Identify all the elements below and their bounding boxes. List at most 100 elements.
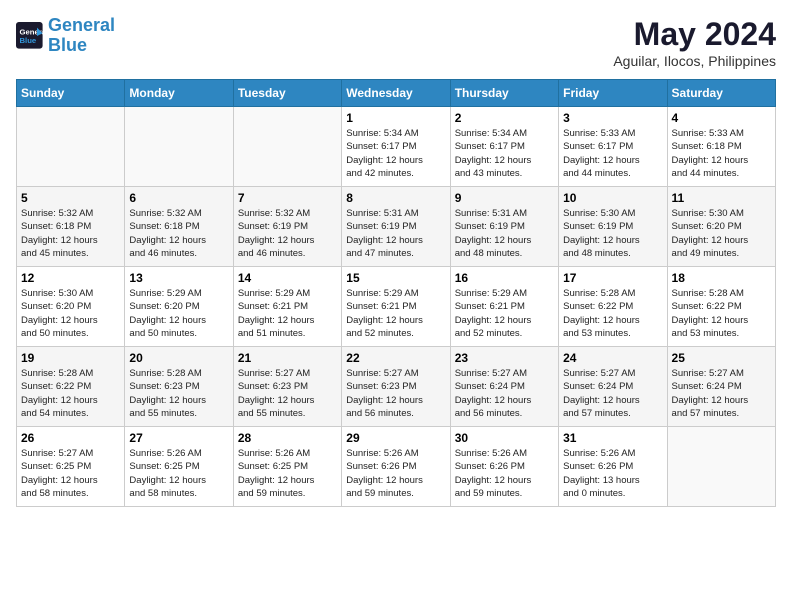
calendar-cell: 21 Sunrise: 5:27 AM Sunset: 6:23 PM Dayli…	[233, 347, 341, 427]
calendar-cell: 23Sunrise: 5:27 AM Sunset: 6:24 PM Dayli…	[450, 347, 558, 427]
calendar-cell: 29Sunrise: 5:26 AM Sunset: 6:26 PM Dayli…	[342, 427, 450, 507]
calendar-cell: 25 Sunrise: 5:27 AM Sunset: 6:24 PM Dayli…	[667, 347, 775, 427]
day-number: 1	[346, 111, 445, 125]
calendar-cell: 3 Sunrise: 5:33 AM Sunset: 6:17 PM Daylig…	[559, 107, 667, 187]
calendar-cell: 22 Sunrise: 5:27 AM Sunset: 6:23 PM Dayli…	[342, 347, 450, 427]
calendar-cell: 11 Sunrise: 5:30 AM Sunset: 6:20 PM Dayli…	[667, 187, 775, 267]
page-header: General Blue General Blue May 2024 Aguil…	[16, 16, 776, 69]
day-number: 14	[238, 271, 337, 285]
calendar-cell: 26 Sunrise: 5:27 AM Sunset: 6:25 PM Dayli…	[17, 427, 125, 507]
day-number: 3	[563, 111, 662, 125]
day-number: 9	[455, 191, 554, 205]
day-number: 26	[21, 431, 120, 445]
day-number: 20	[129, 351, 228, 365]
calendar-cell	[233, 107, 341, 187]
calendar-cell: 16 Sunrise: 5:29 AM Sunset: 6:21 PM Dayli…	[450, 267, 558, 347]
calendar-cell: 28 Sunrise: 5:26 AM Sunset: 6:25 PM Dayli…	[233, 427, 341, 507]
day-info: Sunrise: 5:30 AM Sunset: 6:19 PM Dayligh…	[563, 207, 662, 260]
day-number: 27	[129, 431, 228, 445]
calendar-cell: 5 Sunrise: 5:32 AM Sunset: 6:18 PM Daylig…	[17, 187, 125, 267]
weekday-header-row: SundayMondayTuesdayWednesdayThursdayFrid…	[17, 80, 776, 107]
calendar-cell	[667, 427, 775, 507]
day-info: Sunrise: 5:26 AM Sunset: 6:26 PM Dayligh…	[455, 447, 554, 500]
day-number: 23	[455, 351, 554, 365]
weekday-header-sunday: Sunday	[17, 80, 125, 107]
calendar-cell: 17Sunrise: 5:28 AM Sunset: 6:22 PM Dayli…	[559, 267, 667, 347]
calendar-cell: 30Sunrise: 5:26 AM Sunset: 6:26 PM Dayli…	[450, 427, 558, 507]
calendar-cell: 4 Sunrise: 5:33 AM Sunset: 6:18 PM Daylig…	[667, 107, 775, 187]
calendar-cell: 7 Sunrise: 5:32 AM Sunset: 6:19 PM Daylig…	[233, 187, 341, 267]
day-number: 6	[129, 191, 228, 205]
day-number: 13	[129, 271, 228, 285]
calendar-week-row: 1 Sunrise: 5:34 AM Sunset: 6:17 PM Daylig…	[17, 107, 776, 187]
day-info: Sunrise: 5:29 AM Sunset: 6:21 PM Dayligh…	[238, 287, 337, 340]
day-info: Sunrise: 5:26 AM Sunset: 6:25 PM Dayligh…	[129, 447, 228, 500]
day-info: Sunrise: 5:27 AM Sunset: 6:24 PM Dayligh…	[672, 367, 771, 420]
calendar-cell: 24Sunrise: 5:27 AM Sunset: 6:24 PM Dayli…	[559, 347, 667, 427]
calendar-cell: 19 Sunrise: 5:28 AM Sunset: 6:22 PM Dayli…	[17, 347, 125, 427]
calendar-week-row: 12 Sunrise: 5:30 AM Sunset: 6:20 PM Dayli…	[17, 267, 776, 347]
day-number: 11	[672, 191, 771, 205]
calendar-cell: 15 Sunrise: 5:29 AM Sunset: 6:21 PM Dayli…	[342, 267, 450, 347]
day-number: 2	[455, 111, 554, 125]
day-info: Sunrise: 5:32 AM Sunset: 6:19 PM Dayligh…	[238, 207, 337, 260]
calendar-cell: 31 Sunrise: 5:26 AM Sunset: 6:26 PM Dayli…	[559, 427, 667, 507]
location-subtitle: Aguilar, Ilocos, Philippines	[613, 53, 776, 69]
day-number: 19	[21, 351, 120, 365]
day-info: Sunrise: 5:34 AM Sunset: 6:17 PM Dayligh…	[346, 127, 445, 180]
day-info: Sunrise: 5:27 AM Sunset: 6:23 PM Dayligh…	[346, 367, 445, 420]
day-info: Sunrise: 5:26 AM Sunset: 6:25 PM Dayligh…	[238, 447, 337, 500]
svg-text:Blue: Blue	[20, 36, 37, 45]
weekday-header-wednesday: Wednesday	[342, 80, 450, 107]
weekday-header-thursday: Thursday	[450, 80, 558, 107]
day-number: 15	[346, 271, 445, 285]
day-info: Sunrise: 5:27 AM Sunset: 6:23 PM Dayligh…	[238, 367, 337, 420]
day-number: 16	[455, 271, 554, 285]
logo-text-line1: General	[48, 16, 115, 36]
calendar-week-row: 26 Sunrise: 5:27 AM Sunset: 6:25 PM Dayli…	[17, 427, 776, 507]
logo: General Blue General Blue	[16, 16, 115, 56]
day-info: Sunrise: 5:27 AM Sunset: 6:24 PM Dayligh…	[563, 367, 662, 420]
day-info: Sunrise: 5:28 AM Sunset: 6:22 PM Dayligh…	[672, 287, 771, 340]
day-info: Sunrise: 5:33 AM Sunset: 6:17 PM Dayligh…	[563, 127, 662, 180]
day-number: 10	[563, 191, 662, 205]
day-info: Sunrise: 5:28 AM Sunset: 6:22 PM Dayligh…	[21, 367, 120, 420]
day-info: Sunrise: 5:28 AM Sunset: 6:22 PM Dayligh…	[563, 287, 662, 340]
day-info: Sunrise: 5:29 AM Sunset: 6:21 PM Dayligh…	[455, 287, 554, 340]
day-number: 25	[672, 351, 771, 365]
day-info: Sunrise: 5:28 AM Sunset: 6:23 PM Dayligh…	[129, 367, 228, 420]
day-number: 8	[346, 191, 445, 205]
calendar-cell: 1 Sunrise: 5:34 AM Sunset: 6:17 PM Daylig…	[342, 107, 450, 187]
day-number: 7	[238, 191, 337, 205]
day-info: Sunrise: 5:32 AM Sunset: 6:18 PM Dayligh…	[129, 207, 228, 260]
weekday-header-monday: Monday	[125, 80, 233, 107]
day-number: 28	[238, 431, 337, 445]
day-number: 18	[672, 271, 771, 285]
day-info: Sunrise: 5:26 AM Sunset: 6:26 PM Dayligh…	[563, 447, 662, 500]
calendar-cell: 6 Sunrise: 5:32 AM Sunset: 6:18 PM Daylig…	[125, 187, 233, 267]
title-block: May 2024 Aguilar, Ilocos, Philippines	[613, 16, 776, 69]
day-number: 22	[346, 351, 445, 365]
day-info: Sunrise: 5:32 AM Sunset: 6:18 PM Dayligh…	[21, 207, 120, 260]
calendar-week-row: 5 Sunrise: 5:32 AM Sunset: 6:18 PM Daylig…	[17, 187, 776, 267]
day-info: Sunrise: 5:29 AM Sunset: 6:21 PM Dayligh…	[346, 287, 445, 340]
weekday-header-tuesday: Tuesday	[233, 80, 341, 107]
day-number: 21	[238, 351, 337, 365]
calendar-cell: 8Sunrise: 5:31 AM Sunset: 6:19 PM Daylig…	[342, 187, 450, 267]
day-number: 4	[672, 111, 771, 125]
calendar-cell: 18 Sunrise: 5:28 AM Sunset: 6:22 PM Dayli…	[667, 267, 775, 347]
calendar-cell: 20 Sunrise: 5:28 AM Sunset: 6:23 PM Dayli…	[125, 347, 233, 427]
day-info: Sunrise: 5:27 AM Sunset: 6:25 PM Dayligh…	[21, 447, 120, 500]
day-number: 5	[21, 191, 120, 205]
calendar-cell	[125, 107, 233, 187]
calendar-week-row: 19 Sunrise: 5:28 AM Sunset: 6:22 PM Dayli…	[17, 347, 776, 427]
day-number: 31	[563, 431, 662, 445]
day-number: 12	[21, 271, 120, 285]
day-info: Sunrise: 5:30 AM Sunset: 6:20 PM Dayligh…	[672, 207, 771, 260]
day-info: Sunrise: 5:33 AM Sunset: 6:18 PM Dayligh…	[672, 127, 771, 180]
day-info: Sunrise: 5:30 AM Sunset: 6:20 PM Dayligh…	[21, 287, 120, 340]
calendar-cell: 27 Sunrise: 5:26 AM Sunset: 6:25 PM Dayli…	[125, 427, 233, 507]
calendar-cell	[17, 107, 125, 187]
weekday-header-saturday: Saturday	[667, 80, 775, 107]
calendar-cell: 14 Sunrise: 5:29 AM Sunset: 6:21 PM Dayli…	[233, 267, 341, 347]
